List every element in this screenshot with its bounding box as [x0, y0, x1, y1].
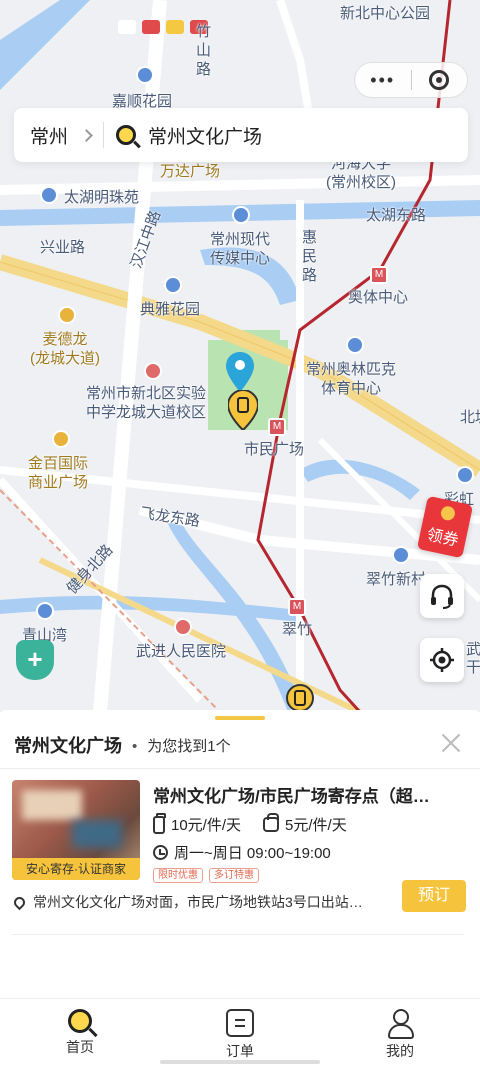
- map-label-xingye-road: 兴业路: [40, 239, 86, 256]
- close-icon[interactable]: [440, 732, 462, 754]
- map-label-wanda: 万达广场: [160, 163, 221, 180]
- map-label-citizen-square: 市民广场: [244, 441, 305, 458]
- city-name: 常州: [30, 126, 69, 148]
- poi-icon: [232, 206, 250, 224]
- poi-icon: [36, 602, 54, 620]
- map-label-school: 常州市新北区实验 中学龙城大道校区: [86, 385, 207, 421]
- storage-marker-icon[interactable]: [228, 390, 258, 430]
- map-label-taihu-east-road: 太湖东路: [366, 207, 427, 224]
- certified-badge: 安心寄存·认证商家: [12, 858, 140, 880]
- metro-station-icon: M: [288, 598, 306, 616]
- address-row: 常州文化文化广场对面，市民广场地铁站3号口出站…: [11, 892, 382, 912]
- divider: [12, 934, 464, 935]
- user-icon: [386, 1009, 414, 1039]
- map-label-beitang: 北塘: [460, 409, 480, 426]
- tab-label: 我的: [386, 1043, 414, 1059]
- map-label-olympic: 常州奥林匹克 体育中心: [306, 361, 397, 397]
- storage-marker-icon[interactable]: [286, 684, 314, 712]
- bag-icon: [263, 813, 280, 832]
- store-photo: 安心寄存·认证商家: [12, 780, 140, 880]
- store-name: 常州文化广场/市民广场寄存点（超…: [153, 787, 430, 806]
- map-label-huimin-road: 惠民路: [302, 229, 318, 284]
- search-input[interactable]: [148, 124, 429, 146]
- bag-price: 5元/件/天: [285, 817, 347, 834]
- poi-icon: [346, 336, 364, 354]
- location-pin-icon: [226, 352, 254, 392]
- target-icon: [429, 70, 450, 90]
- address-text: 常州文化文化广场对面，市民广场地铁站3号口出站…: [33, 894, 363, 910]
- map-label-sports-center: 奥体中心: [348, 289, 409, 306]
- tab-label: 订单: [226, 1043, 254, 1059]
- map-label-mcdonalds: 麦德龙 (龙城大道): [30, 331, 100, 367]
- promo-tag: 多订特惠: [209, 868, 259, 883]
- tab-label: 首页: [66, 1039, 94, 1055]
- book-button[interactable]: 预订: [402, 880, 466, 912]
- map-label-zhushan-road: 竹山路: [196, 23, 212, 78]
- poi-icon: [164, 276, 182, 294]
- poi-icon: [40, 186, 58, 204]
- result-count: 为您找到1个: [132, 735, 230, 756]
- locate-button[interactable]: [420, 638, 464, 682]
- hospital-icon: [174, 618, 192, 636]
- storage-result-card[interactable]: 安心寄存·认证商家 常州文化广场/市民广场寄存点（超… 10元/件/天 5元/件…: [11, 780, 468, 930]
- map-label-wu: 武: [466, 641, 480, 658]
- luggage-icon: [153, 812, 166, 834]
- chevron-right-icon: [80, 128, 93, 142]
- crosshair-icon: [430, 648, 454, 672]
- poi-icon: [144, 362, 162, 380]
- order-icon: [226, 1009, 254, 1037]
- city-selector[interactable]: 常州: [14, 122, 93, 149]
- poi-icon: [52, 430, 70, 448]
- status-bar-icons: [118, 20, 208, 34]
- search-bar: 常州: [14, 108, 468, 162]
- sheet-title: 常州文化广场: [14, 736, 122, 756]
- close-miniapp-button[interactable]: [412, 70, 468, 90]
- sheet-header: 常州文化广场 为您找到1个: [14, 732, 466, 758]
- promo-tag: 限时优惠: [153, 868, 203, 883]
- tab-home[interactable]: 首页: [0, 999, 160, 1066]
- map-label-wujin-hospital: 武进人民医院: [136, 643, 227, 660]
- map-view[interactable]: 新北中心公园 嘉顺花园 竹山路 万达广场 河海大学 (常州校区) 太湖明珠苑 常…: [0, 0, 480, 712]
- poi-icon: [136, 66, 154, 84]
- map-label-media-center: 常州现代 传媒中心: [210, 231, 271, 267]
- poi-icon: [392, 546, 410, 564]
- tab-orders[interactable]: 订单: [160, 999, 320, 1066]
- metro-station-icon: M: [268, 418, 286, 436]
- map-label-cuizhu-xincun: 翠竹新村: [366, 571, 427, 588]
- search-divider: [103, 122, 105, 148]
- sheet-handle[interactable]: [215, 716, 265, 720]
- map-label-xinbei-park: 新北中心公园: [340, 5, 431, 22]
- hours-row: 周一~周日 09:00~19:00: [153, 842, 331, 863]
- home-indicator: [160, 1060, 320, 1064]
- luggage-price: 10元/件/天: [171, 817, 242, 834]
- search-icon: [116, 125, 137, 145]
- poi-icon: [58, 306, 76, 324]
- opening-hours: 周一~周日 09:00~19:00: [174, 845, 331, 862]
- poi-icon: [456, 466, 474, 484]
- customer-service-button[interactable]: [420, 574, 464, 618]
- map-label-dianya: 典雅花园: [140, 301, 201, 318]
- metro-station-icon: M: [370, 266, 388, 284]
- map-label-gan: 干: [466, 659, 480, 676]
- map-label-cuizhu: 翠竹: [282, 621, 313, 638]
- map-label-taihu-pearl: 太湖明珠苑: [64, 189, 140, 206]
- more-button[interactable]: •••: [355, 70, 411, 91]
- tab-bar: 首页 订单 我的: [0, 998, 480, 1066]
- map-label-jinbai: 金百国际 商业广场: [28, 455, 89, 491]
- search-icon: [68, 1009, 92, 1033]
- clock-icon: [153, 845, 168, 860]
- tab-profile[interactable]: 我的: [320, 999, 480, 1066]
- results-sheet: 常州文化广场 为您找到1个 安心寄存·认证商家 常州文化广场/市民广场寄存点（超…: [0, 710, 480, 1000]
- price-row: 10元/件/天 5元/件/天: [153, 812, 369, 835]
- headset-icon: [431, 584, 453, 609]
- location-pin-icon: [11, 894, 28, 910]
- promo-tags: 限时优惠 多订特惠: [153, 868, 259, 883]
- coupon-label: 领券: [425, 526, 461, 550]
- shield-plus-icon[interactable]: +: [16, 640, 54, 680]
- divider: [0, 768, 480, 769]
- miniapp-capsule: •••: [354, 62, 468, 98]
